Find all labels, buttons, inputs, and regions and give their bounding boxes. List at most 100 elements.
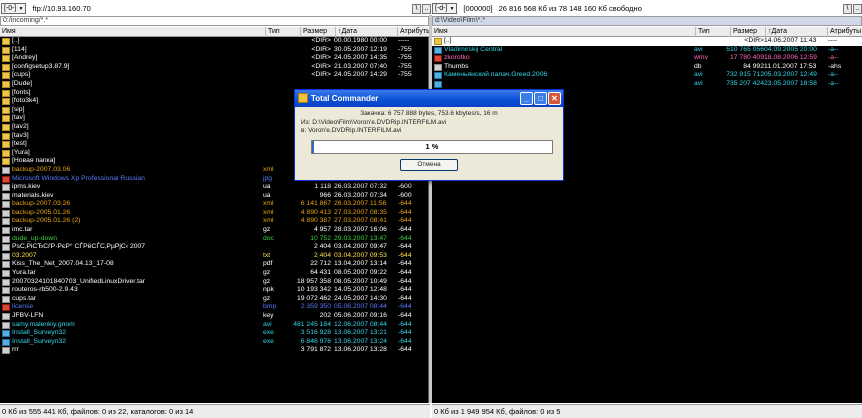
file-attr: -644 bbox=[398, 337, 412, 345]
file-size: <DIR> bbox=[744, 37, 764, 44]
file-name: materials.kiev bbox=[12, 191, 54, 199]
file-row[interactable]: Kiss_The_Net_2007.04.13_17-08 pdf 22 712 13… bbox=[0, 260, 428, 269]
file-row[interactable]: backup-2007.03.26 xml 6 141 867 26.03.2007 … bbox=[0, 200, 428, 209]
file-size: 3 791 872 bbox=[300, 346, 331, 354]
file-size: 2 404 bbox=[313, 243, 331, 251]
file-row[interactable]: [..] <DIR> 14.06.2007 11:43 ---- bbox=[432, 37, 862, 46]
file-row[interactable]: 20070324101840703_UnifiedLinuxDriver.tar… bbox=[0, 278, 428, 287]
file-row[interactable]: 03.2007 txt 2 404 03.04.2007 09:53 -644 bbox=[0, 252, 428, 261]
file-date: 23.05.2007 18:58 bbox=[764, 79, 817, 87]
file-name: Install_Surveyn32 bbox=[12, 337, 67, 345]
file-icon bbox=[2, 252, 10, 260]
file-row[interactable]: [cups] <DIR> 24.05.2007 14:29 -755 bbox=[0, 71, 428, 80]
file-icon bbox=[2, 278, 10, 286]
left-column-header: Имя Тип Размер ↑Дата Атрибуты bbox=[0, 27, 431, 37]
file-row[interactable]: routeros-rb500-2.9.43 npk 10 193 342 14.05.… bbox=[0, 286, 428, 295]
file-row[interactable]: Vladimirskij Central avi 510 765 056 04.09.… bbox=[432, 46, 862, 55]
cancel-button[interactable]: Отмена bbox=[400, 158, 458, 171]
right-root-button[interactable]: \ bbox=[843, 3, 852, 14]
file-date: 26.03.2007 07:34 bbox=[334, 191, 387, 199]
column-date[interactable]: ↑Дата bbox=[765, 27, 787, 37]
file-type: pdf bbox=[263, 260, 273, 268]
column-date[interactable]: ↑Дата bbox=[335, 27, 357, 37]
file-row[interactable]: [Dude] bbox=[0, 80, 428, 89]
file-row[interactable]: [..] <DIR> 00.00.1980 00:00 ----- bbox=[0, 37, 428, 46]
media-file-icon bbox=[434, 46, 442, 54]
left-path-bar[interactable]: 0:/incoming/*.* bbox=[0, 16, 429, 26]
file-row[interactable]: rrr 3 791 872 13.06.2007 13:28 -644 bbox=[0, 346, 428, 355]
folder-icon bbox=[2, 72, 10, 80]
file-row[interactable]: backup-2005.01.26 (2) xml 4 890 387 27.03.2… bbox=[0, 217, 428, 226]
file-size: 735 207 424 bbox=[726, 79, 764, 87]
file-type: jpg bbox=[263, 174, 273, 182]
file-row[interactable]: backup-2005.01.26 xml 4 890 413 27.03.2007 … bbox=[0, 209, 428, 218]
transfer-target: в: Voron'e.DVDRip.INTERFILM.avi bbox=[301, 127, 402, 134]
left-up-button[interactable]: .. bbox=[422, 3, 431, 14]
file-row[interactable]: dude_up-down doc 10 752 29.03.2007 13:47 -64… bbox=[0, 235, 428, 244]
folder-icon bbox=[434, 38, 442, 45]
file-row[interactable]: [114] <DIR> 30.05.2007 12:19 -755 bbox=[0, 46, 428, 55]
file-attr: -644 bbox=[398, 294, 412, 302]
file-type: ua bbox=[263, 183, 271, 191]
chevron-down-icon: ▼ bbox=[449, 5, 455, 12]
file-name: backup-2007.03.06 bbox=[12, 165, 71, 173]
file-size: 17 780 409 bbox=[729, 54, 764, 62]
file-row[interactable]: cups.tar gz 19 072 462 24.05.2007 14:30 -644 bbox=[0, 295, 428, 304]
file-row[interactable]: Yura.tar gz 64 431 08.05.2007 09:22 -644 bbox=[0, 269, 428, 278]
file-row[interactable]: [configsetup3.87.9] <DIR> 21.03.2007 07:40… bbox=[0, 63, 428, 72]
maximize-button[interactable]: □ bbox=[534, 92, 547, 105]
file-size: 2 404 bbox=[313, 251, 331, 259]
right-drive-label: [-d-] bbox=[435, 5, 448, 12]
file-row[interactable]: [Andrey] <DIR> 24.05.2007 14:35 -755 bbox=[0, 54, 428, 63]
file-attr: -600 bbox=[398, 191, 412, 199]
minimize-button[interactable]: _ bbox=[520, 92, 533, 105]
column-attr[interactable]: Атрибуты bbox=[397, 27, 431, 37]
file-name: [114] bbox=[12, 45, 27, 53]
file-type: npk bbox=[263, 286, 274, 294]
file-row[interactable]: РѕС‚РіСЂСѓР·РєР° СЃРёСЃС‚РµРјС‹ 2007 2 40… bbox=[0, 243, 428, 252]
file-row[interactable]: materials.kiev ua 966 26.03.2007 07:34 -600 bbox=[0, 192, 428, 201]
file-attr: ---- bbox=[828, 37, 838, 44]
left-root-button[interactable]: \ bbox=[412, 3, 421, 14]
left-drive-selector[interactable]: [-0-] ▼ bbox=[1, 3, 27, 14]
file-icon bbox=[2, 192, 10, 200]
file-attr: -600 bbox=[398, 183, 412, 191]
file-row[interactable]: samy.malenkiy.gnom avi 481 245 184 12.06.20… bbox=[0, 321, 428, 330]
file-row[interactable]: avi 735 207 424 23.05.2007 18:58 -a-- bbox=[432, 80, 862, 89]
right-up-button[interactable]: .. bbox=[853, 3, 862, 14]
file-row[interactable]: Каменьянский палач.Greed.2006 avi 732 915 … bbox=[432, 71, 862, 80]
column-size[interactable]: Размер bbox=[300, 27, 327, 37]
column-name[interactable]: Имя bbox=[432, 27, 448, 37]
file-size: 4 890 413 bbox=[300, 208, 331, 216]
file-name: [Dude] bbox=[12, 79, 33, 87]
file-attr: -644 bbox=[398, 234, 412, 242]
file-row[interactable]: Install_Surveyn32 exe 6 846 976 13.06.2007 … bbox=[0, 338, 428, 347]
column-name[interactable]: Имя bbox=[0, 27, 16, 37]
file-row[interactable]: ipms.kiev ua 1 118 26.03.2007 07:32 -600 bbox=[0, 183, 428, 192]
column-size[interactable]: Размер bbox=[730, 27, 757, 37]
file-type: db bbox=[694, 62, 702, 70]
media-file-icon bbox=[2, 338, 10, 346]
right-column-header: Имя Тип Размер ↑Дата Атрибуты bbox=[432, 27, 862, 37]
right-path-bar[interactable]: d:\Video\Film\*.* bbox=[432, 16, 862, 26]
file-row[interactable]: imc.tar gz 4 957 28.03.2007 16:06 -644 bbox=[0, 226, 428, 235]
column-type[interactable]: Тип bbox=[265, 27, 280, 37]
dialog-titlebar[interactable]: Total Commander _ □ ✕ bbox=[295, 90, 563, 107]
file-date: 26.03.2007 07:32 bbox=[334, 183, 387, 191]
column-attr[interactable]: Атрибуты bbox=[827, 27, 861, 37]
file-attr: -a-- bbox=[828, 45, 839, 53]
file-icon bbox=[2, 184, 10, 192]
file-row[interactable]: Install_Surveyn32 exe 3 516 928 13.06.2007 … bbox=[0, 329, 428, 338]
file-attr: -644 bbox=[398, 286, 412, 294]
left-status-bar: 0 Кб из 555 441 Кб, файлов: 0 из 22, кат… bbox=[0, 404, 430, 418]
file-row[interactable]: license bmp 2 359 350 05.06.2007 08:44 -644 bbox=[0, 303, 428, 312]
file-row[interactable]: JFBV-LFN key 202 05.06.2007 09:16 -644 bbox=[0, 312, 428, 321]
right-drive-selector[interactable]: [-d-] ▼ bbox=[432, 3, 458, 14]
file-size: 510 765 056 bbox=[726, 45, 764, 53]
close-button[interactable]: ✕ bbox=[548, 92, 561, 105]
column-type[interactable]: Тип bbox=[695, 27, 710, 37]
file-size: 2 359 350 bbox=[300, 303, 331, 311]
file-row[interactable]: zkorotko wmv 17 780 409 18.08.2006 12:59 -a-… bbox=[432, 54, 862, 63]
file-name: rrr bbox=[12, 346, 19, 354]
folder-icon bbox=[2, 149, 10, 157]
